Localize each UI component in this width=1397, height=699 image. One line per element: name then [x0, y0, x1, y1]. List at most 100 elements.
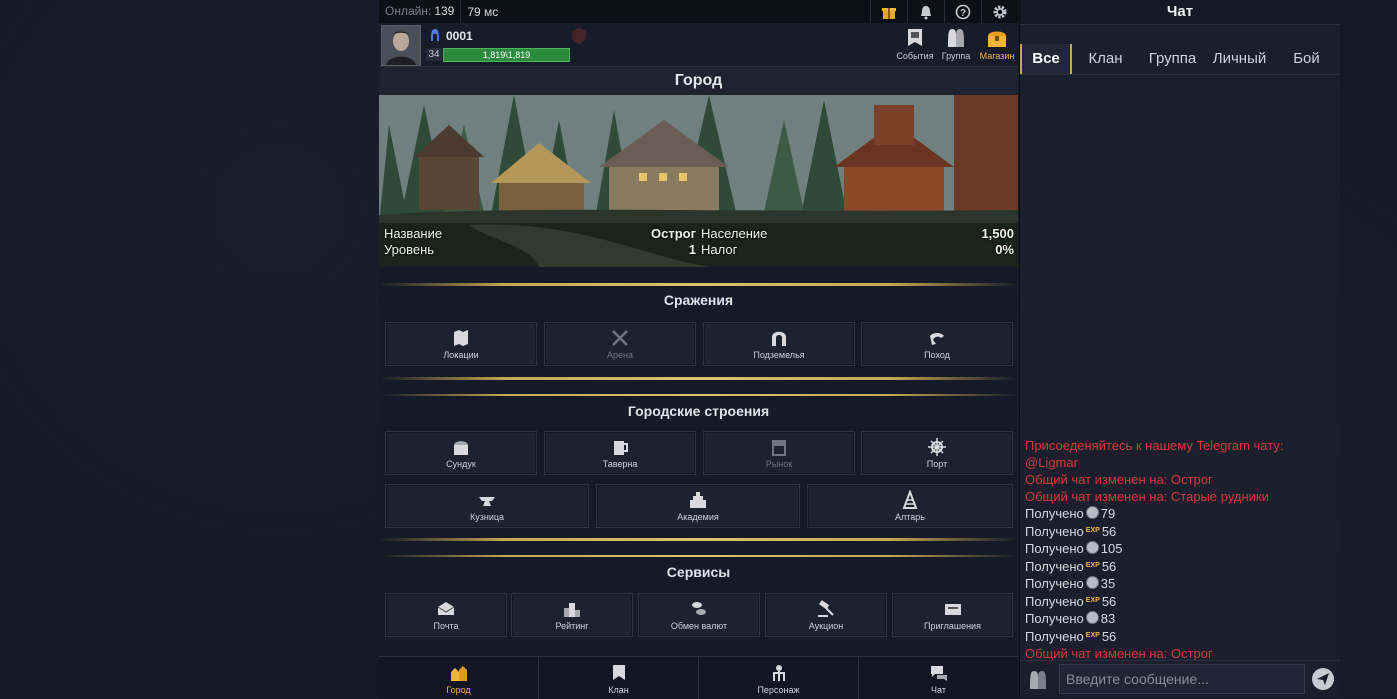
- help-icon[interactable]: ?: [944, 0, 981, 23]
- city-level-label: Уровень: [384, 242, 435, 257]
- ship-wheel-icon: [928, 438, 946, 456]
- page-title: Город: [379, 67, 1018, 95]
- online-counter: Онлайн: 139: [379, 0, 462, 23]
- coin-icon: [1085, 506, 1099, 519]
- dungeons-button[interactable]: Подземелья: [703, 322, 855, 366]
- market-stall-icon: [772, 440, 786, 456]
- map-icon: [454, 330, 468, 346]
- chat-message: Получено 83: [1025, 611, 1116, 626]
- mug-icon: [614, 441, 628, 455]
- city-name-label: Название: [384, 226, 443, 241]
- podium-icon: [564, 603, 580, 617]
- group-button[interactable]: Группа: [933, 27, 979, 65]
- chat-message: Получено 35: [1025, 576, 1116, 591]
- city-illustration: [379, 95, 1018, 267]
- nav-chat[interactable]: Чат: [859, 657, 1018, 699]
- archway-icon: [772, 331, 786, 346]
- treasure-chest-icon: [988, 31, 1006, 47]
- top-bar: Онлайн: 139 79 мс ?: [379, 0, 1018, 23]
- chat-message-input[interactable]: [1059, 664, 1305, 694]
- hp-bar: 1,819\1,819: [443, 48, 570, 62]
- chat-panel: Чат Все Клан Группа Личный Бой Присоеден…: [1019, 0, 1340, 698]
- city-population-label: Население: [701, 226, 768, 241]
- bell-icon[interactable]: [907, 0, 944, 23]
- currency-exchange-button[interactable]: Обмен валют: [638, 593, 760, 637]
- horn-icon: [930, 333, 944, 345]
- city-name-value: Острог: [650, 226, 696, 241]
- shop-button[interactable]: Магазин: [974, 27, 1020, 65]
- player-level: 34: [426, 48, 442, 61]
- chat-bubble-icon: [930, 666, 947, 681]
- academy-button[interactable]: Академия: [596, 484, 800, 528]
- coins-icon: [692, 602, 706, 615]
- market-button[interactable]: Рынок: [703, 431, 855, 475]
- arena-button[interactable]: Арена: [544, 322, 696, 366]
- chest-button[interactable]: Сундук: [385, 431, 537, 475]
- gift-icon[interactable]: [870, 0, 907, 23]
- chat-message: Получено EXP 56: [1025, 524, 1117, 539]
- game-panel: Онлайн: 139 79 мс ? 0001 34 1,819\1,819 С…: [379, 0, 1018, 699]
- locations-button[interactable]: Локации: [385, 322, 537, 366]
- city-level-value: 1: [688, 242, 696, 257]
- gavel-icon: [818, 600, 834, 617]
- bottom-nav: Город Клан Персонаж Чат: [379, 656, 1018, 699]
- clan-emblem-icon: [572, 28, 586, 44]
- chat-title: Чат: [1020, 0, 1340, 25]
- tab-battle[interactable]: Бой: [1273, 44, 1340, 74]
- mail-button[interactable]: Почта: [385, 593, 507, 637]
- coin-icon: [1085, 541, 1099, 554]
- services-title: Сервисы: [666, 564, 731, 580]
- chat-input-bar: [1020, 660, 1340, 699]
- nav-city[interactable]: Город: [379, 657, 539, 699]
- chat-message: Присоеденяйтесь к нашему Telegram чату: …: [1025, 438, 1284, 470]
- altar-button[interactable]: Алтарь: [807, 484, 1013, 528]
- player-header: 0001 34 1,819\1,819 События Группа Магаз…: [379, 23, 1018, 67]
- rating-button[interactable]: Рейтинг: [511, 593, 633, 637]
- chat-message: Получено 79: [1025, 506, 1116, 521]
- city-tax-label: Налог: [701, 242, 738, 257]
- campaign-button[interactable]: Поход: [861, 322, 1013, 366]
- battles-section: Сражения: [379, 268, 1018, 308]
- buildings-section: Городские строения: [379, 370, 1018, 419]
- invitations-button[interactable]: Приглашения: [892, 593, 1013, 637]
- gear-icon[interactable]: [981, 0, 1018, 23]
- battles-title: Сражения: [663, 292, 734, 308]
- port-button[interactable]: Порт: [861, 431, 1013, 475]
- exp-icon: EXP: [1085, 527, 1100, 534]
- tab-clan[interactable]: Клан: [1072, 44, 1139, 74]
- invitation-icon: [944, 604, 961, 615]
- exp-icon: EXP: [1085, 562, 1100, 569]
- events-button[interactable]: События: [892, 27, 938, 65]
- events-banner-icon: [908, 29, 922, 46]
- auction-button[interactable]: Аукцион: [765, 593, 887, 637]
- chat-message: Общий чат изменен на: Старые рудники: [1025, 489, 1269, 504]
- chat-tabs: Все Клан Группа Личный Бой: [1020, 44, 1340, 75]
- altar-icon: [902, 490, 918, 509]
- chest-icon: [454, 441, 468, 455]
- player-name: 0001: [446, 29, 473, 43]
- buildings-title: Городские строения: [627, 403, 770, 419]
- exp-icon: EXP: [1085, 632, 1100, 639]
- city-population-value: 1,500: [981, 226, 1014, 241]
- tab-all[interactable]: Все: [1020, 44, 1072, 74]
- crossed-swords-icon: [612, 330, 628, 346]
- character-icon: [772, 665, 785, 681]
- nav-clan[interactable]: Клан: [539, 657, 699, 699]
- chat-message: Получено EXP 56: [1025, 559, 1117, 574]
- city-icon: [450, 666, 467, 681]
- chat-message: Общий чат изменен на: Острог: [1025, 472, 1213, 487]
- city-tax-value: 0%: [995, 242, 1014, 257]
- ping-value: 79 мс: [467, 4, 499, 19]
- tavern-button[interactable]: Таверна: [544, 431, 696, 475]
- group-chat-icon[interactable]: [1028, 669, 1048, 691]
- exp-icon: EXP: [1085, 597, 1100, 604]
- nav-character[interactable]: Персонаж: [699, 657, 859, 699]
- tab-group[interactable]: Группа: [1139, 44, 1206, 74]
- avatar[interactable]: [381, 25, 421, 66]
- send-icon[interactable]: [1311, 667, 1335, 691]
- forge-button[interactable]: Кузница: [385, 484, 589, 528]
- academy-icon: [690, 492, 706, 508]
- group-icon: [948, 29, 964, 47]
- tab-private[interactable]: Личный: [1206, 44, 1273, 74]
- chat-message: Получено EXP 56: [1025, 594, 1117, 609]
